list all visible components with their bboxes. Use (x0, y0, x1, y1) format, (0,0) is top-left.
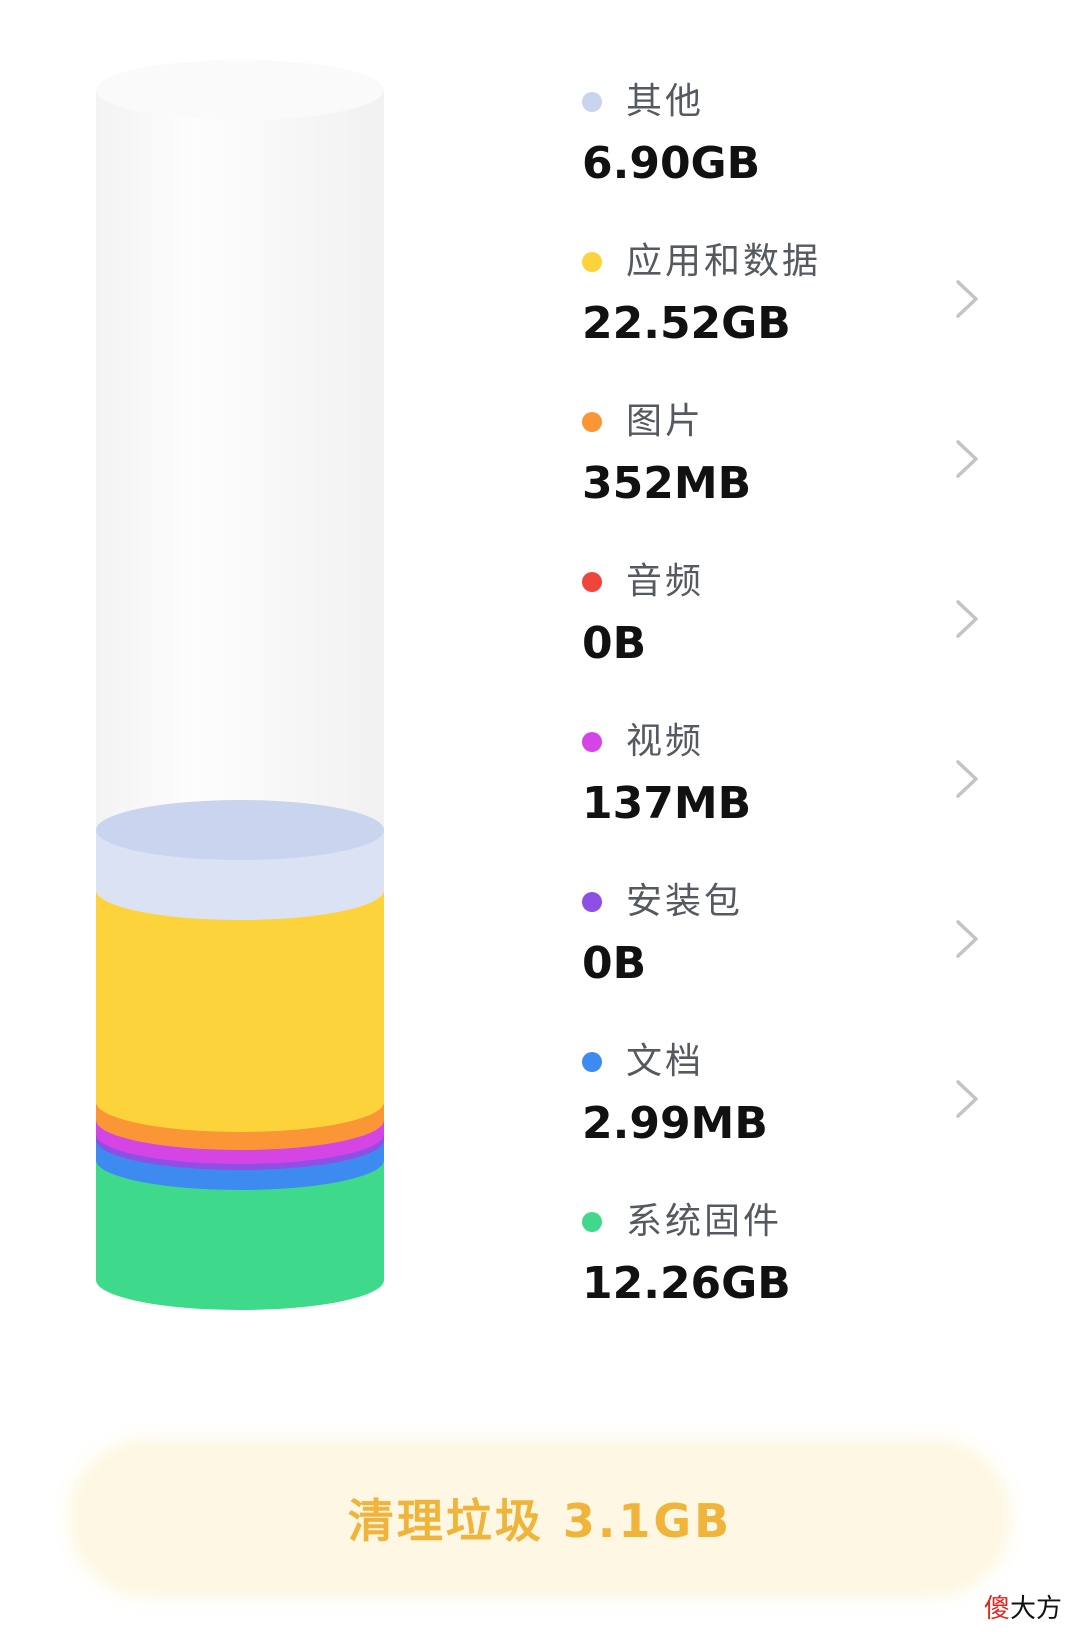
legend-value-documents: 2.99MB (582, 1098, 768, 1149)
legend-label-system: 系统固件 (626, 1201, 783, 1242)
legend-label-audio: 音频 (626, 561, 705, 602)
legend-label-apk: 安装包 (626, 881, 744, 922)
legend-label-apps: 应用和数据 (626, 241, 822, 282)
watermark-first-char: 傻 (983, 1594, 1010, 1624)
watermark: 傻大方 (984, 1592, 1062, 1626)
apk-color-dot (582, 892, 602, 912)
legend-value-system: 12.26GB (582, 1258, 791, 1309)
storage-cylinder-chart (80, 40, 420, 1380)
legend-label-documents: 文档 (626, 1041, 705, 1082)
legend-item-other: 其他 6.90GB (580, 55, 1000, 195)
cylinder-empty-body (96, 60, 384, 830)
other-color-dot (582, 92, 602, 112)
segment-top-ellipse (96, 800, 384, 860)
chevron-right-icon[interactable] (952, 1077, 982, 1121)
legend-value-other: 6.90GB (582, 138, 761, 189)
system-color-dot (582, 1212, 602, 1232)
apps-color-dot (582, 252, 602, 272)
cylinder-top-ellipse (96, 60, 384, 120)
legend-item-documents[interactable]: 文档 2.99MB (580, 1015, 1000, 1155)
legend-label-images: 图片 (626, 401, 705, 442)
watermark-rest: 大方 (1009, 1594, 1062, 1624)
clean-junk-label: 清理垃圾 3.1GB (347, 1494, 733, 1548)
chevron-right-icon[interactable] (952, 277, 982, 321)
legend-item-images[interactable]: 图片 352MB (580, 375, 1000, 515)
legend-item-audio[interactable]: 音频 0B (580, 535, 1000, 675)
audio-color-dot (582, 572, 602, 592)
legend-item-apk[interactable]: 安装包 0B (580, 855, 1000, 995)
images-color-dot (582, 412, 602, 432)
chevron-right-icon[interactable] (952, 597, 982, 641)
legend-item-video[interactable]: 视频 137MB (580, 695, 1000, 835)
storage-screen: 其他 6.90GB 应用和数据 22.52GB 图片 352MB 音频 0B 视… (0, 0, 1076, 1634)
legend-value-apk: 0B (582, 938, 647, 989)
legend-item-system: 系统固件 12.26GB (580, 1175, 1000, 1315)
legend-value-images: 352MB (582, 458, 752, 509)
legend-label-other: 其他 (626, 81, 705, 122)
legend-value-apps: 22.52GB (582, 298, 791, 349)
legend-value-audio: 0B (582, 618, 647, 669)
chevron-right-icon[interactable] (952, 917, 982, 961)
video-color-dot (582, 732, 602, 752)
legend-item-apps[interactable]: 应用和数据 22.52GB (580, 215, 1000, 355)
storage-legend: 其他 6.90GB 应用和数据 22.52GB 图片 352MB 音频 0B 视… (580, 0, 1000, 1360)
segment-apps (96, 890, 384, 1132)
clean-junk-button[interactable]: 清理垃圾 3.1GB (80, 1450, 1000, 1586)
chevron-right-icon[interactable] (952, 437, 982, 481)
documents-color-dot (582, 1052, 602, 1072)
chevron-right-icon[interactable] (952, 757, 982, 801)
legend-label-video: 视频 (626, 721, 705, 762)
legend-value-video: 137MB (582, 778, 752, 829)
